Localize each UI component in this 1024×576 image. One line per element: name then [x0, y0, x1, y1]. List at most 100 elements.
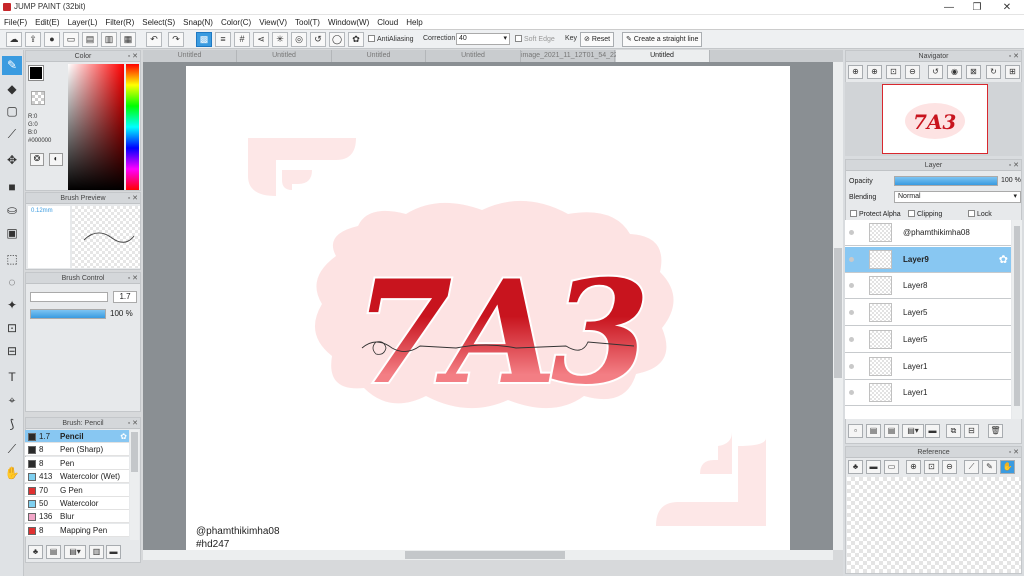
concentric-ruler-icon[interactable]: ◎: [291, 32, 307, 47]
visibility-icon[interactable]: [849, 283, 854, 289]
visibility-icon[interactable]: [849, 310, 854, 316]
reference-add-icon[interactable]: ♣: [848, 460, 863, 474]
straight-line-button[interactable]: ✎ Create a straight line: [622, 32, 703, 47]
brush-add-icon[interactable]: ♣: [28, 545, 43, 559]
operation-tool-icon[interactable]: ⌖: [2, 391, 22, 410]
close-icon[interactable]: ▫ ✕: [128, 51, 138, 62]
rotate-right-icon[interactable]: ↻: [986, 65, 1001, 79]
antialiasing-checkbox[interactable]: AntiAliasing: [368, 35, 414, 43]
gradient-tool-icon[interactable]: ▣: [2, 224, 22, 243]
visibility-icon[interactable]: [849, 363, 854, 369]
brush-list-scrollbar[interactable]: [130, 430, 139, 540]
visibility-icon[interactable]: [849, 336, 854, 342]
grid-ruler-icon[interactable]: #: [234, 32, 250, 47]
hue-slider[interactable]: [126, 64, 139, 190]
pen-tool-icon[interactable]: ✎: [2, 56, 22, 75]
gear-icon[interactable]: ✿: [999, 253, 1008, 266]
new-layer-8bit-icon[interactable]: ▤: [866, 424, 881, 438]
lock-view-icon[interactable]: ⊞: [1005, 65, 1020, 79]
new-layer-1bit-icon[interactable]: ▤: [884, 424, 899, 438]
bucket-tool-icon[interactable]: ⛀: [2, 201, 22, 220]
gear-icon[interactable]: ✿: [120, 430, 127, 443]
brush-item[interactable]: 413 Watercolor (Wet): [25, 470, 129, 484]
brush-duplicate-icon[interactable]: ▤: [46, 545, 61, 559]
close-icon[interactable]: ▫ ✕: [128, 193, 138, 204]
brush-item[interactable]: 1.7 Pencil ✿: [25, 430, 129, 443]
export-icon[interactable]: ⇪: [25, 32, 41, 47]
settings-grid-icon[interactable]: ▦: [120, 32, 136, 47]
brush-item[interactable]: 50 Watercolor: [25, 497, 129, 510]
layer-folder-icon[interactable]: ▬: [925, 424, 940, 438]
layer-row[interactable]: Layer5: [845, 326, 1011, 353]
transparent-color-swatch[interactable]: [31, 91, 45, 105]
rotate-left-icon[interactable]: ↺: [928, 65, 943, 79]
hand-pen-tool-icon[interactable]: ⟋: [2, 440, 22, 459]
canvas-vertical-scrollbar[interactable]: [833, 62, 843, 550]
foreground-color-swatch[interactable]: [28, 65, 44, 81]
page-icon[interactable]: ▤: [82, 32, 98, 47]
brush-item[interactable]: 136 Blur: [25, 510, 129, 524]
zoom-in-icon[interactable]: ⊕: [867, 65, 882, 79]
brush-item[interactable]: 70 G Pen: [25, 483, 129, 497]
menu-help[interactable]: Help: [402, 15, 426, 30]
layer-scroll-thumb[interactable]: [1014, 226, 1020, 406]
lasso-tool-icon[interactable]: ◌: [2, 273, 22, 292]
new-layer-icon[interactable]: ▫: [848, 424, 863, 438]
reset-rotation-icon[interactable]: ◉: [947, 65, 962, 79]
magic-wand-tool-icon[interactable]: ✦: [2, 296, 22, 315]
menu-color[interactable]: Color(C): [217, 15, 255, 30]
pages-icon[interactable]: ▥: [101, 32, 117, 47]
document-tab[interactable]: Untitled: [238, 50, 332, 62]
visibility-icon[interactable]: [849, 230, 854, 235]
horizontal-scroll-thumb[interactable]: [405, 551, 565, 559]
canvas-horizontal-scrollbar[interactable]: [143, 550, 833, 560]
brush-settings-icon[interactable]: ▥: [89, 545, 104, 559]
redo-icon[interactable]: ↷: [168, 32, 184, 47]
flip-icon[interactable]: ⊠: [966, 65, 981, 79]
reset-button[interactable]: ⊘ Reset: [580, 32, 615, 47]
brush-item[interactable]: 8 Mapping Pen: [25, 523, 129, 537]
menu-layer[interactable]: Layer(L): [64, 15, 102, 30]
layer-row[interactable]: @phamthikimha08: [845, 220, 1011, 246]
brush-folder-menu-icon[interactable]: ▤▾: [64, 545, 86, 559]
cloud-icon[interactable]: ☁: [6, 32, 22, 47]
layer-opacity-slider[interactable]: [894, 176, 998, 186]
ellipse-ruler-icon[interactable]: ◯: [329, 32, 345, 47]
lock-checkbox[interactable]: Lock: [968, 210, 992, 218]
layer-list-scrollbar[interactable]: [1012, 220, 1022, 419]
select-rect-tool-icon[interactable]: ⬚: [2, 250, 22, 269]
reference-zoom-in-icon[interactable]: ⊕: [906, 460, 921, 474]
layer-row[interactable]: Layer5: [845, 300, 1011, 327]
move-tool-icon[interactable]: ✥: [2, 151, 22, 170]
zoom-fit-icon[interactable]: ⊕: [848, 65, 863, 79]
close-icon[interactable]: ▫ ✕: [128, 273, 138, 284]
comment-icon[interactable]: ●: [44, 32, 60, 47]
add-layer-menu-icon[interactable]: ▤▾: [902, 424, 924, 438]
menu-window[interactable]: Window(W): [324, 15, 373, 30]
vertical-scroll-thumb[interactable]: [834, 248, 842, 378]
document-tab[interactable]: Untitled: [427, 50, 521, 62]
brush-item[interactable]: 8 Pen: [25, 456, 129, 470]
close-button[interactable]: ✕: [992, 0, 1022, 15]
reference-open-icon[interactable]: ▬: [866, 460, 881, 474]
curve-ruler-icon[interactable]: ↺: [310, 32, 326, 47]
ruler-settings-icon[interactable]: ✿: [348, 32, 364, 47]
reference-pen-icon[interactable]: ✎: [982, 460, 997, 474]
visibility-icon[interactable]: [849, 390, 854, 396]
perspective-ruler-icon[interactable]: ⋖: [253, 32, 269, 47]
soft-edge-checkbox[interactable]: Soft Edge: [515, 35, 555, 43]
saturation-value-picker[interactable]: [68, 64, 124, 190]
undo-icon[interactable]: ↶: [146, 32, 162, 47]
brush-list-scroll-thumb[interactable]: [131, 432, 138, 472]
parallel-ruler-icon[interactable]: ≡: [215, 32, 231, 47]
reference-zoom-out-icon[interactable]: ⊖: [942, 460, 957, 474]
reference-view[interactable]: [847, 477, 1021, 573]
brush-size-slider[interactable]: [30, 292, 108, 302]
document-tab[interactable]: Untitled: [615, 50, 710, 62]
close-icon[interactable]: ▫ ✕: [1009, 51, 1019, 62]
zoom-actual-icon[interactable]: ⊡: [886, 65, 901, 79]
text-tool-icon[interactable]: T: [2, 368, 22, 387]
menu-view[interactable]: View(V): [255, 15, 291, 30]
delete-layer-icon[interactable]: 🗑: [988, 424, 1003, 438]
layer-blending-select[interactable]: Normal ▾: [894, 191, 1021, 203]
